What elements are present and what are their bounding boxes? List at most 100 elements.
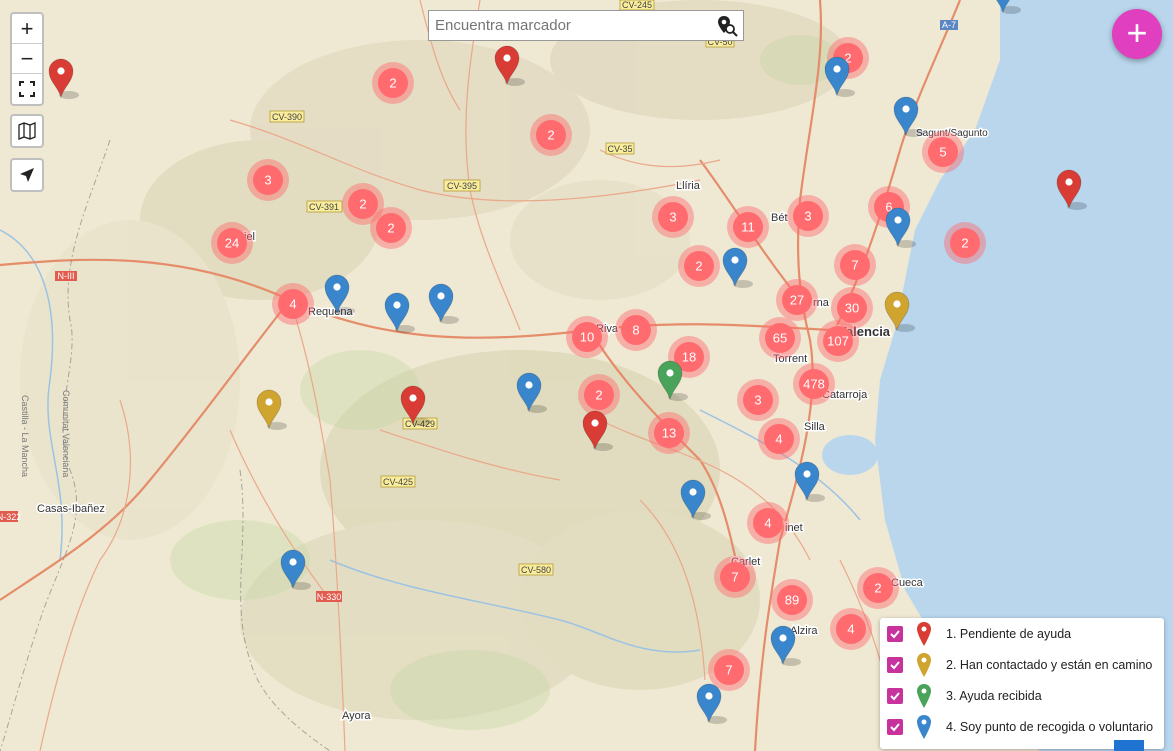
cluster-marker[interactable]: 3	[247, 159, 289, 201]
cluster-count: 89	[785, 593, 799, 608]
place-label: Casas-Ibañez	[37, 503, 105, 515]
cluster-count: 30	[845, 301, 859, 316]
zoom-out-button[interactable]: −	[12, 44, 42, 74]
cluster-marker[interactable]: 4	[747, 502, 789, 544]
legend-checkbox[interactable]	[887, 688, 903, 704]
layers-button[interactable]	[12, 116, 42, 146]
cluster-count: 13	[662, 426, 676, 441]
road-shield: CV-391	[309, 202, 339, 212]
cluster-marker[interactable]: 2	[857, 567, 899, 609]
cluster-count: 2	[547, 128, 554, 143]
region-label: Comunitat Valenciana	[61, 390, 71, 477]
cluster-count: 18	[682, 350, 696, 365]
cluster-count: 7	[731, 570, 738, 585]
place-label: Bét	[771, 212, 788, 224]
cluster-marker[interactable]: 27	[776, 279, 818, 321]
legend-label: 1. Pendiente de ayuda	[946, 627, 1072, 641]
cluster-count: 4	[289, 297, 296, 312]
legend-item-pending[interactable]: 1. Pendiente de ayuda	[880, 619, 1164, 649]
cluster-count: 2	[695, 259, 702, 274]
cluster-marker[interactable]: 2	[678, 245, 720, 287]
check-icon	[890, 661, 900, 670]
fullscreen-button[interactable]	[12, 74, 42, 104]
cluster-marker[interactable]: 478	[793, 363, 835, 405]
cluster-count: 7	[725, 663, 732, 678]
cluster-count: 8	[632, 323, 639, 338]
add-marker-button[interactable]: +	[1112, 9, 1162, 59]
cluster-count: 3	[669, 210, 676, 225]
cluster-marker[interactable]: 3	[787, 195, 829, 237]
cluster-marker[interactable]: 4	[272, 283, 314, 325]
cluster-count: 11	[741, 220, 755, 235]
legend-item-volunteer[interactable]: 4. Soy punto de recogida o voluntario	[880, 712, 1164, 742]
cluster-marker[interactable]: 2	[578, 374, 620, 416]
search-box	[428, 10, 744, 41]
cluster-marker[interactable]: 7	[708, 649, 750, 691]
zoom-in-button[interactable]: +	[12, 14, 42, 44]
check-icon	[890, 692, 900, 701]
cluster-count: 2	[389, 76, 396, 91]
legend-item-received[interactable]: 3. Ayuda recibida	[880, 681, 1164, 711]
cluster-marker[interactable]: 2	[530, 114, 572, 156]
legend-label: 3. Ayuda recibida	[946, 689, 1042, 703]
cluster-marker[interactable]: 89	[771, 579, 813, 621]
check-icon	[890, 723, 900, 732]
legend-label: 2. Han contactado y están en camino	[946, 658, 1153, 672]
cluster-count: 7	[851, 258, 858, 273]
cluster-count: 24	[225, 236, 239, 251]
cluster-count: 2	[359, 197, 366, 212]
cluster-count: 2	[874, 581, 881, 596]
legend-checkbox[interactable]	[887, 719, 903, 735]
road-shield: N-330	[317, 592, 342, 602]
cluster-count: 107	[827, 334, 849, 349]
place-label: Llíria	[676, 180, 701, 192]
navigation-arrow-icon	[20, 168, 34, 182]
road-shield: CV-35	[607, 144, 632, 154]
cluster-marker[interactable]: 8	[615, 309, 657, 351]
locate-button[interactable]	[12, 160, 42, 190]
cluster-marker[interactable]: 11	[727, 206, 769, 248]
road-shield: N-III	[58, 271, 75, 281]
blue-pin-icon	[917, 715, 931, 739]
place-label: Ayora	[342, 710, 371, 722]
road-shield: A-7	[942, 20, 956, 30]
cluster-marker[interactable]: 3	[652, 196, 694, 238]
cluster-marker[interactable]: 65	[759, 317, 801, 359]
red-pin-icon	[917, 622, 931, 646]
cluster-count: 3	[754, 393, 761, 408]
green-pin-icon	[917, 684, 931, 708]
cluster-marker[interactable]: 4	[830, 608, 872, 650]
zoom-controls: + −	[10, 12, 44, 106]
legend-panel: 1. Pendiente de ayuda 2. Han contactado …	[880, 618, 1164, 749]
cluster-count: 3	[264, 173, 271, 188]
cluster-marker[interactable]: 2	[944, 222, 986, 264]
cluster-marker[interactable]: 13	[648, 412, 690, 454]
cluster-marker[interactable]: 107	[817, 320, 859, 362]
corner-button[interactable]	[1114, 740, 1144, 751]
legend-checkbox[interactable]	[887, 657, 903, 673]
cluster-marker[interactable]: 4	[758, 418, 800, 460]
cluster-marker[interactable]: 5	[922, 131, 964, 173]
cluster-marker[interactable]: 10	[566, 316, 608, 358]
cluster-count: 2	[961, 236, 968, 251]
legend-checkbox[interactable]	[887, 626, 903, 642]
cluster-marker[interactable]: 3	[737, 379, 779, 421]
cluster-count: 65	[773, 331, 787, 346]
cluster-marker[interactable]: 2	[372, 62, 414, 104]
cluster-marker[interactable]: 7	[714, 556, 756, 598]
cluster-marker[interactable]: 2	[370, 207, 412, 249]
legend-item-contacted[interactable]: 2. Han contactado y están en camino	[880, 650, 1164, 680]
cluster-count: 478	[803, 377, 825, 392]
cluster-count: 4	[775, 432, 782, 447]
road-shield: CV-245	[622, 0, 652, 10]
gold-pin-icon	[917, 653, 931, 677]
cluster-marker[interactable]: 7	[834, 244, 876, 286]
cluster-count: 4	[764, 516, 771, 531]
legend-label: 4. Soy punto de recogida o voluntario	[946, 720, 1154, 734]
search-marker-icon[interactable]	[715, 14, 739, 38]
search-input[interactable]	[429, 11, 711, 40]
road-shield: CV-395	[447, 181, 477, 191]
road-shield: CV-390	[272, 112, 302, 122]
cluster-marker[interactable]: 24	[211, 222, 253, 264]
place-label: Silla	[804, 421, 826, 433]
